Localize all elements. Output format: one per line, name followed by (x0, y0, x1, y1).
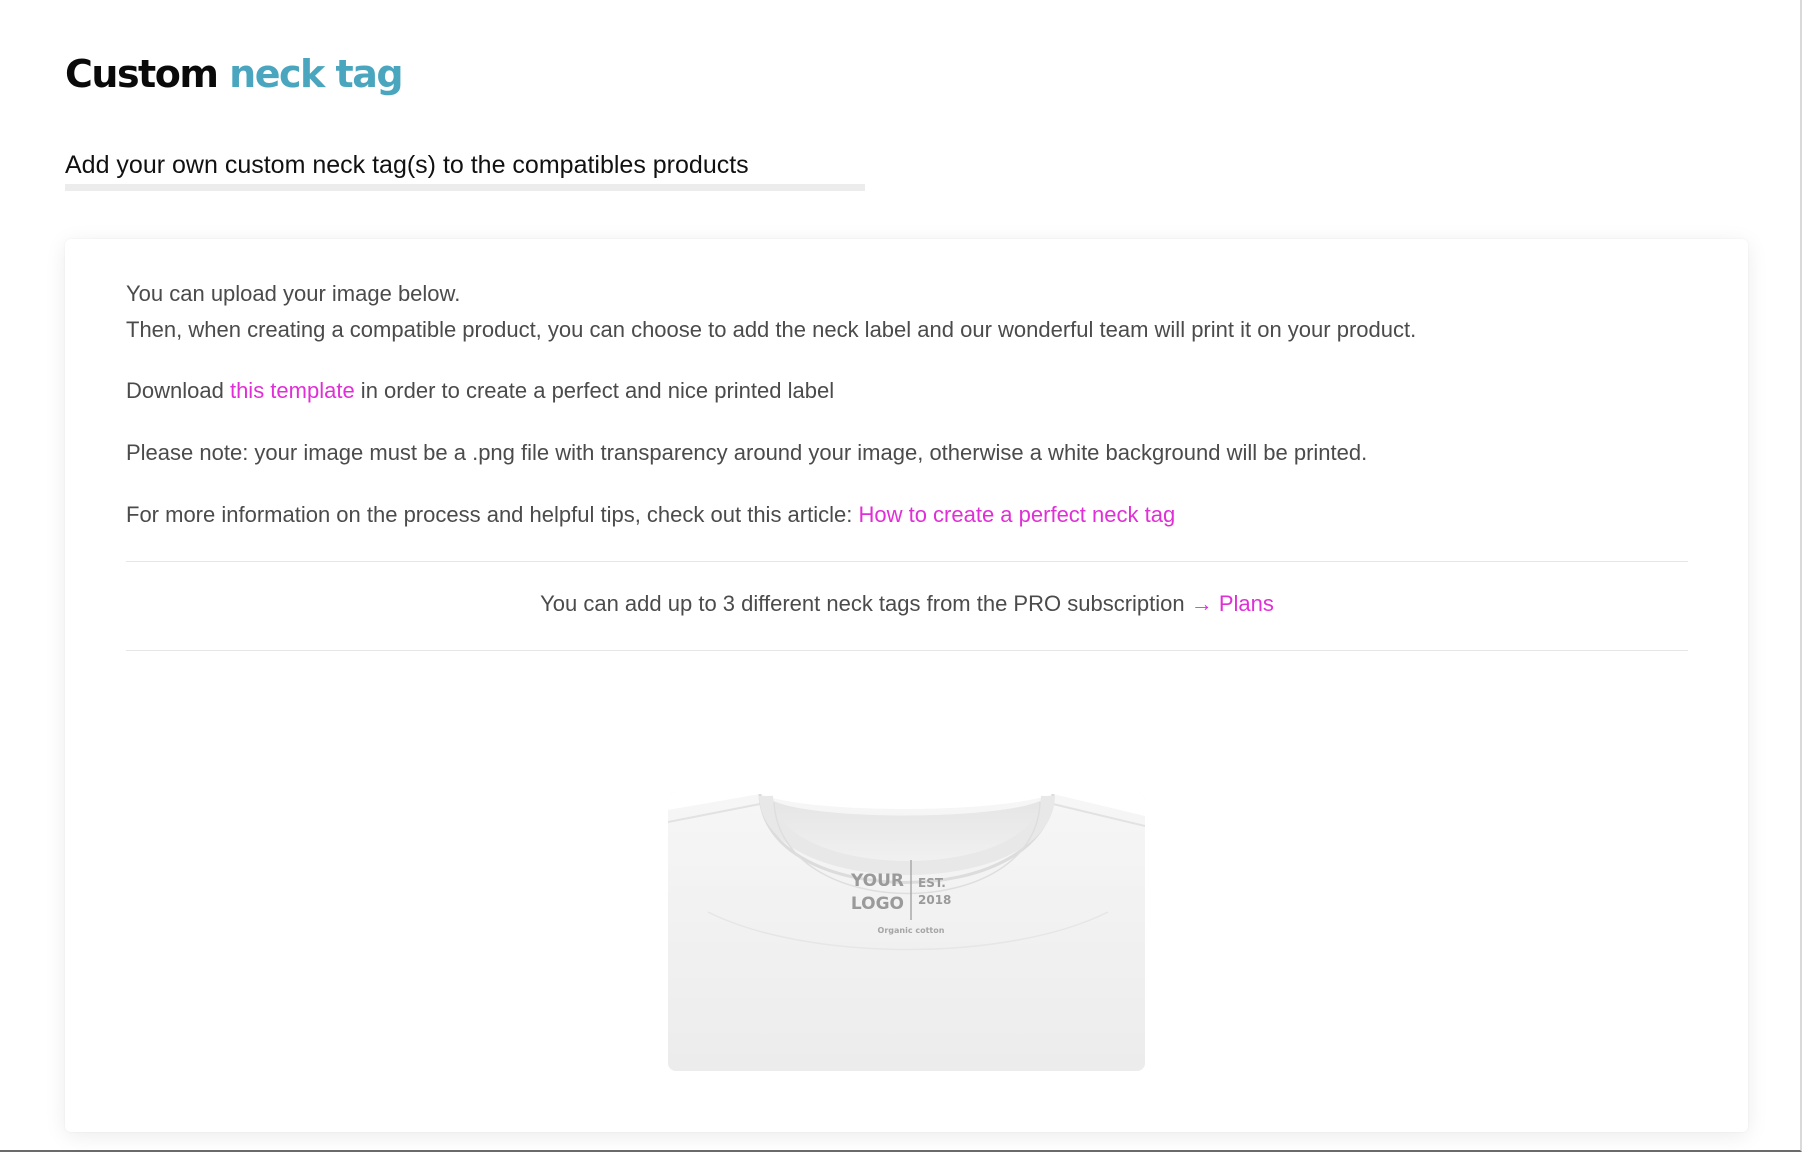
download-prefix: Download (126, 378, 230, 403)
article-prefix: For more information on the process and … (126, 502, 859, 527)
neck-tag-card: You can upload your image below. Then, w… (65, 239, 1748, 1132)
tshirt-illustration: YOUR LOGO EST. 2018 Organic cotton (668, 792, 1145, 1071)
article-link[interactable]: How to create a perfect neck tag (858, 502, 1175, 527)
divider-bottom (126, 650, 1688, 651)
article-line: For more information on the process and … (126, 500, 1175, 530)
tag-your-text: YOUR (850, 871, 904, 891)
page: Custom neck tag Add your own custom neck… (0, 0, 1802, 1152)
page-subtitle: Add your own custom neck tag(s) to the c… (65, 151, 749, 179)
download-suffix: in order to create a perfect and nice pr… (354, 378, 835, 403)
tag-est-text: EST. (918, 876, 946, 890)
plans-link[interactable]: → Plans (1191, 591, 1274, 616)
png-note: Please note: your image must be a .png f… (126, 440, 1368, 465)
info-line-upload: You can upload your image below. (126, 281, 461, 306)
download-template-line: Download this template in order to creat… (126, 376, 834, 406)
template-link[interactable]: this template (230, 378, 355, 403)
page-title: Custom neck tag (65, 46, 404, 102)
page-title-main: Custom (65, 52, 219, 96)
page-title-accent: neck tag (229, 52, 403, 96)
info-line-compatible: Then, when creating a compatible product… (126, 317, 1417, 342)
tag-caption-text: Organic cotton (878, 926, 945, 935)
subtitle-underline (65, 184, 865, 191)
neck-tag-preview-image: YOUR LOGO EST. 2018 Organic cotton (668, 792, 1145, 1071)
divider-top (126, 561, 1688, 562)
subscription-note: You can add up to 3 different neck tags … (126, 589, 1688, 619)
subscription-text: You can add up to 3 different neck tags … (540, 591, 1191, 616)
tag-year-text: 2018 (918, 893, 951, 907)
tag-logo-text: LOGO (851, 894, 904, 914)
